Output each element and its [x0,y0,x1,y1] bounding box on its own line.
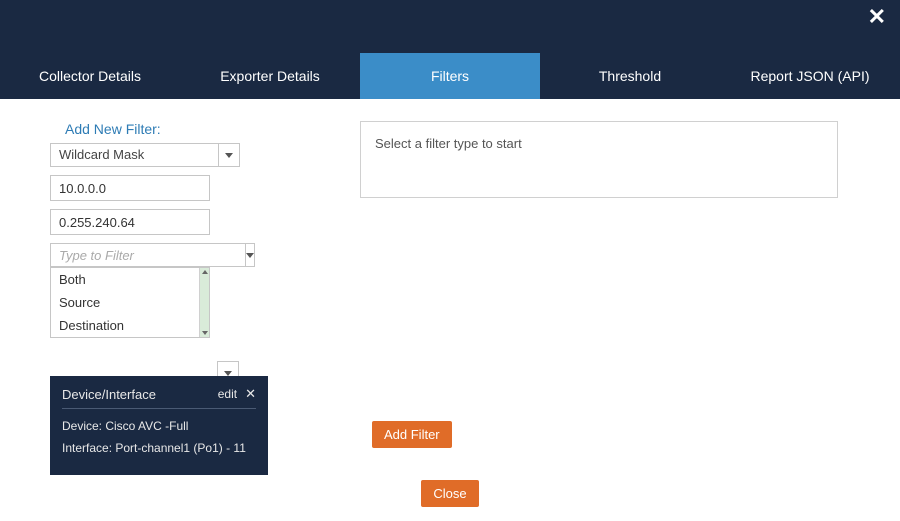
chevron-down-icon[interactable] [245,243,255,267]
add-filter-button[interactable]: Add Filter [372,421,452,448]
dialog-footer: Close [0,480,900,507]
chevron-down-icon[interactable] [218,143,240,167]
option-both[interactable]: Both [51,268,209,291]
option-source[interactable]: Source [51,291,209,314]
wildcard-mask-field[interactable] [50,209,210,235]
tab-filters[interactable]: Filters [360,53,540,99]
card-edit-link[interactable]: edit [218,387,237,401]
mask-select-value: Wildcard Mask [50,143,218,167]
type-filter-combo[interactable]: Both Source Destination [50,243,240,267]
device-interface-card: Device/Interface edit ✕ Device: Cisco AV… [50,376,268,475]
tab-collector-details[interactable]: Collector Details [0,53,180,99]
tab-bar: Collector Details Exporter Details Filte… [0,53,900,99]
card-interface-line: Interface: Port-channel1 (Po1) - 11 [62,441,256,455]
dropdown-scrollbar[interactable] [199,268,209,337]
close-icon[interactable]: ✕ [868,6,886,28]
ip-address-field[interactable] [50,175,210,201]
dialog-header: ✕ [0,0,900,53]
tab-report-json[interactable]: Report JSON (API) [720,53,900,99]
tab-exporter-details[interactable]: Exporter Details [180,53,360,99]
card-close-icon[interactable]: ✕ [245,386,256,402]
type-filter-dropdown: Both Source Destination [50,267,210,338]
card-device-line: Device: Cisco AVC -Full [62,419,256,433]
form-title: Add New Filter: [65,121,360,137]
close-button[interactable]: Close [421,480,478,507]
option-destination[interactable]: Destination [51,314,209,337]
mask-select[interactable]: Wildcard Mask [50,143,240,167]
tab-threshold[interactable]: Threshold [540,53,720,99]
filter-hint-panel: Select a filter type to start [360,121,838,198]
card-title: Device/Interface [62,387,156,402]
type-filter-input[interactable] [50,243,245,267]
